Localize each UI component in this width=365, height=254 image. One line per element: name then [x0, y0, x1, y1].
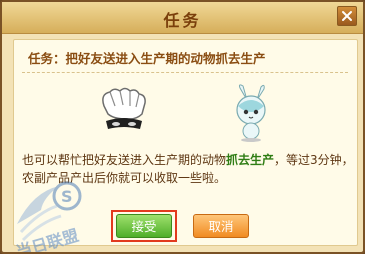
- dialog-titlebar: 任务: [2, 2, 363, 34]
- description-highlight: 抓去生产: [226, 153, 275, 167]
- round-pet-icon: [236, 84, 266, 142]
- close-icon: [342, 11, 352, 21]
- task-heading: 任务：把好友送进入生产期的动物抓去生产: [28, 48, 266, 67]
- thief-mask-icon: [106, 118, 142, 129]
- accept-button[interactable]: 接受: [116, 214, 172, 238]
- cancel-button[interactable]: 取消: [193, 214, 249, 238]
- dialog-title: 任务: [163, 11, 202, 30]
- divider: [22, 72, 348, 73]
- task-title: 把好友送进入生产期的动物抓去生产: [65, 51, 266, 66]
- close-button[interactable]: [337, 6, 357, 26]
- task-dialog: 任务 任务：把好友送进入生产期的动物抓去生产 也可以帮忙把好友送进入生产期的动物…: [0, 0, 365, 254]
- svg-text:S: S: [61, 187, 73, 206]
- task-prefix: 任务：: [28, 51, 66, 66]
- glove-hand-icon: [102, 87, 146, 129]
